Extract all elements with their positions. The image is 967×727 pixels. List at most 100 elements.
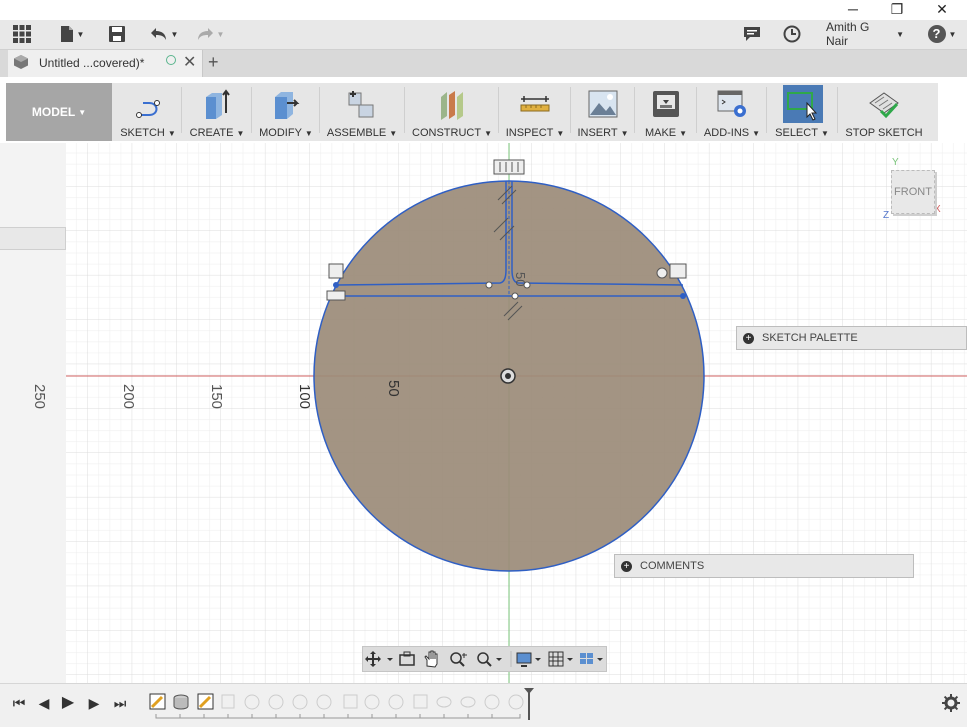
assemble-icon [348,91,374,118]
chevron-down-icon: ▼ [76,29,85,39]
document-cube-icon [14,55,28,69]
construct-label: CONSTRUCT [412,127,482,139]
file-icon [60,26,73,42]
workspace-switcher[interactable]: MODEL ▼ [6,83,112,141]
navigation-icons [365,650,603,668]
document-tab-bar: Untitled ...covered)* ✕ + [0,50,967,77]
inspect-icon [520,96,550,112]
save-icon [109,26,125,42]
go-to-start-icon[interactable]: ⏮ [9,693,29,713]
step-forward-icon[interactable]: ▶ [84,693,104,713]
insert-menu[interactable]: INSERT ▼ [575,83,631,141]
clock-icon [783,25,801,43]
restore-button[interactable]: ❐ [882,0,912,20]
display-settings-icon[interactable] [516,652,541,667]
sketch-menu[interactable]: SKETCH ▼ [118,83,178,141]
insert-label: INSERT [577,127,618,139]
timeline-marker[interactable] [524,688,534,720]
sketch-point[interactable] [511,292,519,300]
timeline-extrude-feature[interactable] [173,694,189,710]
timeline-suppressed-features[interactable] [221,694,524,710]
construct-menu[interactable]: CONSTRUCT ▼ [409,83,495,141]
file-menu-button[interactable]: ▼ [56,22,88,46]
redo-icon [197,28,213,40]
sketch-geometry: 50 [66,143,967,683]
notifications-button[interactable] [742,22,762,46]
ribbon-divider [570,87,571,133]
assemble-label: ASSEMBLE [326,127,387,139]
viewcube[interactable]: Y Z X FRONT [882,157,942,221]
job-status-button[interactable] [781,22,803,46]
create-menu[interactable]: CREATE ▼ [186,83,248,141]
timeline-settings-gear-icon[interactable] [942,694,960,712]
user-menu[interactable]: Amith G Nair ▼ [826,20,904,48]
grid-settings-icon[interactable] [548,651,573,667]
pan-icon[interactable] [424,650,438,668]
document-tab[interactable]: Untitled ...covered)* ✕ [8,50,203,77]
add-ins-icon [717,90,746,117]
modify-icon [275,92,300,119]
create-label: CREATE [189,127,234,139]
origin-point-center [505,373,511,379]
add-ins-menu[interactable]: ADD-INS ▼ [701,83,763,141]
step-back-icon[interactable]: ◀ [34,693,54,713]
navigation-bar [362,646,607,672]
inspect-menu[interactable]: INSPECT ▼ [503,83,567,141]
close-tab-icon[interactable]: ✕ [183,52,196,72]
construct-icon [441,91,463,120]
undo-button[interactable]: ▼ [146,22,182,46]
ribbon-divider [319,87,320,133]
comments-label: COMMENTS [640,560,705,572]
select-menu[interactable]: SELECT ▼ [771,83,833,141]
expand-icon[interactable]: + [743,332,754,344]
minimize-button[interactable]: ─ [838,0,868,20]
ribbon-divider [766,87,767,133]
chevron-down-icon: ▼ [896,29,904,39]
viewcube-axis-y: Y [892,157,899,168]
fit-icon[interactable] [477,652,502,667]
help-menu[interactable]: ? ▼ [926,22,958,46]
look-at-icon[interactable] [399,651,415,666]
sketch-point[interactable] [333,282,339,288]
orbit-icon[interactable] [365,651,393,667]
sketch-palette-label: SKETCH PALETTE [762,332,858,344]
save-button[interactable] [106,22,128,46]
select-label: SELECT [775,127,818,139]
ruler-label: 100 [296,384,313,410]
ruler-label: 250 [31,384,48,410]
close-button[interactable]: ✕ [927,0,957,20]
ribbon-divider [181,87,182,133]
data-panel-grid-icon[interactable] [10,22,34,46]
comment-icon [744,27,760,41]
modify-label: MODIFY [259,127,302,139]
make-icon [653,91,679,117]
make-menu[interactable]: MAKE ▼ [639,83,693,141]
ribbon-divider [404,87,405,133]
comments-panel[interactable]: + COMMENTS [614,554,914,578]
new-tab-button[interactable]: + [208,52,219,73]
viewcube-face-front[interactable]: FRONT [891,170,935,214]
modify-menu[interactable]: MODIFY ▼ [256,83,316,141]
sketch-palette-panel[interactable]: + SKETCH PALETTE [736,326,967,350]
ribbon-divider [837,87,838,133]
timeline-sketch-feature[interactable] [149,693,166,710]
sketch-point[interactable] [485,281,493,289]
assemble-menu[interactable]: ASSEMBLE ▼ [324,83,400,141]
ruler-label: 200 [120,384,137,410]
ruler-label: 150 [208,384,225,410]
zoom-icon[interactable] [450,652,467,667]
make-label: MAKE [644,127,677,139]
help-icon: ? [927,25,946,43]
redo-button[interactable]: ▼ [192,22,228,46]
chevron-down-icon: ▼ [216,29,225,39]
play-icon[interactable]: ▶ [58,693,78,713]
ribbon-divider [696,87,697,133]
ruler-label: 50 [385,380,402,397]
go-to-end-icon[interactable]: ⏭ [110,693,130,713]
viewports-icon[interactable] [580,653,603,664]
expand-icon[interactable]: + [621,560,632,572]
sketch-point[interactable] [680,293,686,299]
timeline-features[interactable] [146,688,546,722]
timeline-sketch-feature[interactable] [197,693,214,710]
stop-sketch-button[interactable]: STOP SKETCH [842,83,926,141]
